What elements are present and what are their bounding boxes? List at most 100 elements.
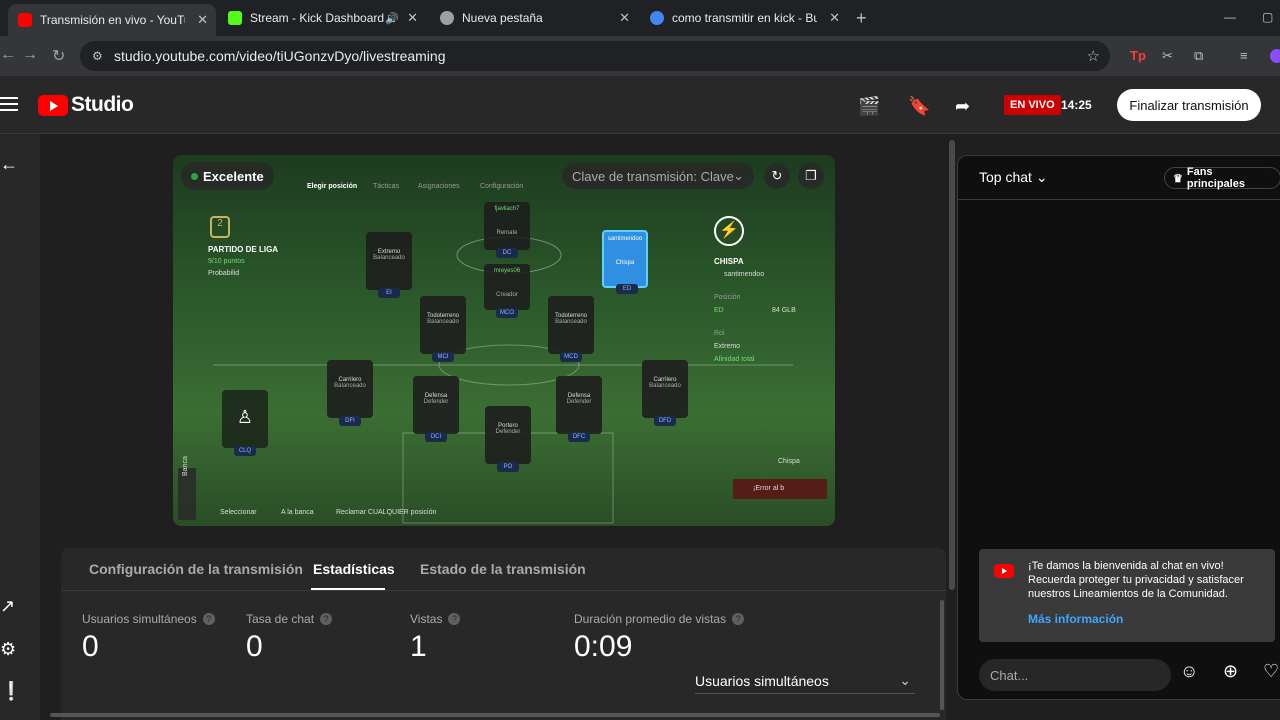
close-tab-icon[interactable]: ✕ (407, 10, 418, 26)
audio-playing-icon[interactable]: 🔊 (385, 12, 399, 25)
tab-google-search[interactable]: como transmitir en kick - Busca ✕ (640, 4, 848, 32)
card-name: santimendoo (607, 236, 643, 242)
player-card: Defensa Defender DCI (413, 376, 459, 442)
tab-stream-health[interactable]: Estado de la transmisión (420, 561, 586, 577)
error-label: ¡Error al b (753, 485, 785, 492)
card-role: Balanceado (334, 383, 366, 389)
media-control-icon[interactable]: ≡ (1240, 48, 1248, 63)
clapperboard-icon[interactable]: 🎬 (858, 96, 880, 117)
bench-label: Banca (182, 456, 189, 476)
footer-hint: A la banca (281, 509, 314, 516)
player-name: santimendoo (724, 271, 765, 278)
role-label: Rol (714, 330, 725, 337)
stream-key-select[interactable]: Clave de transmisión: Clave ⌄ (562, 163, 754, 189)
player-card: Todoterreno Balanceado MCI (420, 296, 466, 362)
card-role: Chispa (615, 260, 635, 266)
player-card: Carrilero Balanceado DFI (327, 360, 373, 426)
profile-avatar[interactable] (1270, 49, 1280, 63)
reload-icon[interactable]: ↻ (52, 46, 65, 66)
external-link-icon[interactable]: ↗ (0, 596, 15, 617)
heart-icon[interactable]: ♡ (1263, 661, 1279, 682)
settings-gear-icon[interactable]: ⚙ (0, 639, 16, 660)
youtube-favicon-icon (18, 13, 32, 27)
tab-statistics[interactable]: Estadísticas (313, 561, 395, 577)
metric-select[interactable]: Usuarios simultáneos ⌄ (695, 668, 915, 694)
player-card: Todoterreno Balanceado MCD (548, 296, 594, 362)
kick-favicon-icon (228, 11, 242, 25)
metric-select-value: Usuarios simultáneos (695, 672, 829, 689)
league-badge-icon: 2 (210, 216, 230, 238)
error-notice: ¡Error al b (733, 479, 827, 499)
stream-quality-text: Excelente (203, 168, 264, 184)
chat-title-text: Top chat (979, 169, 1032, 185)
chevron-down-icon: ⌄ (733, 168, 744, 183)
feedback-icon[interactable]: ❕ (0, 681, 22, 702)
tab-kick-dashboard[interactable]: Stream - Kick Dashboard 🔊 ✕ (218, 4, 426, 32)
bookmark-icon[interactable]: 🔖 (908, 96, 930, 117)
live-time: 14:25 (1061, 98, 1092, 112)
player-card: fjavliach7 Remate DC (484, 202, 530, 258)
minimize-icon[interactable]: — (1224, 10, 1236, 24)
role-value: Extremo (714, 343, 741, 350)
top-fans-button[interactable]: ♛ Fans principales (1164, 166, 1280, 190)
site-info-icon[interactable]: ⚙ (92, 49, 103, 63)
address-bar[interactable]: ⚙ studio.youtube.com/video/tiUGonzvDyo/l… (80, 41, 1110, 71)
status-dot-icon (191, 172, 198, 180)
add-icon[interactable]: ⊕ (1223, 661, 1238, 682)
browser-tabstrip: Transmisión en vivo - YouTube ✕ Stream -… (0, 0, 1280, 36)
end-stream-button[interactable]: Finalizar transmisión (1117, 89, 1261, 121)
refresh-icon: ↻ (771, 168, 783, 183)
card-position: DFD (654, 416, 676, 426)
chat-input[interactable]: Chat... (979, 659, 1171, 691)
card-role: Defender (566, 399, 592, 405)
forward-icon[interactable]: → (22, 46, 38, 64)
position-value: ED (714, 307, 724, 314)
more-info-link[interactable]: Más información (1028, 612, 1123, 626)
panel-scrollbar-horizontal[interactable] (50, 713, 940, 717)
close-tab-icon[interactable]: ✕ (619, 10, 630, 26)
card-position: DC (496, 248, 518, 258)
bench-player-card: ♙ CLQ (222, 390, 268, 456)
new-tab-icon[interactable]: + (856, 8, 867, 29)
game-menu-item: Configuración (480, 183, 524, 190)
card-position: MCO (496, 308, 518, 318)
help-icon[interactable]: ? (448, 613, 461, 625)
maximize-icon[interactable]: ▢ (1262, 10, 1273, 24)
stat-value-avg-duration: 0:09 (574, 630, 633, 663)
tab-youtube-studio[interactable]: Transmisión en vivo - YouTube ✕ (8, 4, 216, 36)
copy-button[interactable]: ❐ (798, 163, 824, 189)
menu-icon[interactable] (0, 97, 18, 115)
studio-logo[interactable]: Studio (38, 93, 134, 117)
live-badge: EN VIVO (1004, 95, 1061, 115)
tab-new-tab[interactable]: Nueva pestaña ✕ (430, 4, 638, 32)
help-icon[interactable]: ? (732, 613, 745, 625)
stat-label-text: Duración promedio de vistas (574, 612, 727, 626)
emoji-icon[interactable]: ☺ (1180, 661, 1198, 682)
youtube-logo-icon (994, 564, 1014, 578)
help-icon[interactable]: ? (320, 613, 333, 625)
share-icon[interactable]: ➦ (955, 96, 970, 117)
card-position: CLQ (234, 446, 256, 456)
card-name: mreyes06 (493, 268, 521, 274)
help-icon[interactable]: ? (202, 613, 215, 625)
refresh-button[interactable]: ↻ (764, 163, 790, 189)
extension-tp-icon[interactable]: Tp (1130, 48, 1146, 63)
card-name: fjavliach7 (494, 206, 520, 212)
extension-icon[interactable]: ✂ (1162, 48, 1173, 64)
card-position: DFC (568, 432, 590, 442)
game-menu-item: Tácticas (373, 183, 400, 190)
extensions-puzzle-icon[interactable]: ⧉ (1194, 48, 1203, 64)
chat-header: Top chat ⌄ ♛ Fans principales (958, 156, 1280, 200)
player-card: mreyes06 Creador MCO (484, 264, 530, 318)
back-icon[interactable]: ← (0, 46, 16, 64)
main-scrollbar[interactable] (949, 140, 955, 590)
close-tab-icon[interactable]: ✕ (197, 12, 208, 28)
tab-stream-settings[interactable]: Configuración de la transmisión (89, 561, 303, 577)
card-position: MCD (560, 352, 582, 362)
panel-scrollbar-vertical[interactable] (940, 600, 944, 710)
back-arrow-icon[interactable]: ← (0, 154, 18, 175)
player-card: Portero Defender PO (485, 406, 531, 472)
bookmark-star-icon[interactable]: ☆ (1087, 47, 1100, 65)
chat-mode-select[interactable]: Top chat ⌄ (979, 169, 1048, 186)
close-tab-icon[interactable]: ✕ (829, 10, 840, 26)
